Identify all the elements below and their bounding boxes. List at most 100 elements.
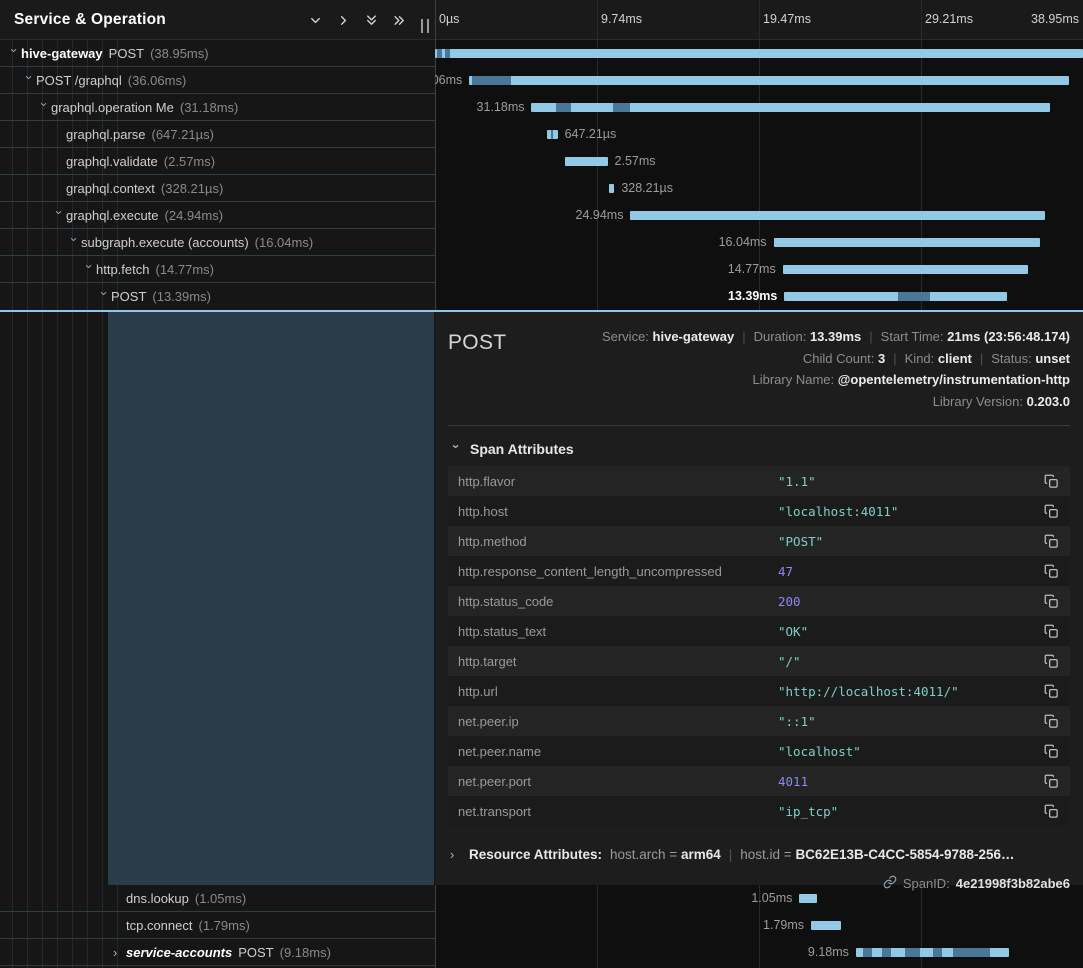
chevron-down-icon[interactable]: › <box>23 75 36 88</box>
span-row[interactable]: ›hive-gatewayPOST(38.95ms)38.95ms <box>0 40 1083 67</box>
span-row[interactable]: dns.lookup(1.05ms) 1.05ms <box>0 885 1083 912</box>
span-tree-cell: dns.lookup(1.05ms) <box>0 885 435 912</box>
span-name: graphql.operation Me <box>51 100 174 115</box>
attribute-key: http.url <box>458 684 778 699</box>
span-bar-segment <box>863 948 871 957</box>
span-row[interactable]: ›POST (13.39ms) 13.39ms <box>0 283 1083 310</box>
span-bar-segment <box>953 948 990 957</box>
span-row[interactable]: ›service-accountsPOST(9.18ms)9.18ms <box>0 939 1083 966</box>
meta-separator: | <box>972 351 991 366</box>
chevron-down-icon[interactable]: › <box>98 291 111 304</box>
attribute-value: "http://localhost:4011/" <box>778 684 959 699</box>
span-row[interactable]: ›http.fetch(14.77ms)14.77ms <box>0 256 1083 283</box>
span-tree-cell: ›hive-gatewayPOST(38.95ms) <box>0 40 435 67</box>
span-duration: (2.57ms) <box>164 154 215 169</box>
resource-attributes-row[interactable]: › Resource Attributes: host.arch = arm64… <box>450 847 1070 862</box>
span-row[interactable]: graphql.context(328.21µs)328.21µs <box>0 175 1083 202</box>
span-duration: (16.04ms) <box>255 235 314 250</box>
attribute-key: net.peer.ip <box>458 714 778 729</box>
span-row[interactable]: ›POST /graphql(36.06ms)36.06ms <box>0 67 1083 94</box>
meta-label: Service: <box>602 329 653 344</box>
span-bar[interactable] <box>565 157 608 166</box>
span-bar-duration-label: 13.39ms <box>728 289 777 304</box>
panel-resize-handle[interactable] <box>421 19 429 33</box>
span-name: http.fetch <box>96 262 149 277</box>
copy-button[interactable] <box>1041 772 1062 791</box>
attribute-key: http.flavor <box>458 474 778 489</box>
span-row[interactable]: tcp.connect(1.79ms)1.79ms <box>0 912 1083 939</box>
span-row[interactable]: ›subgraph.execute (accounts)(16.04ms)16.… <box>0 229 1083 256</box>
span-row[interactable]: graphql.parse(647.21µs)647.21µs <box>0 121 1083 148</box>
chevron-down-icon[interactable]: › <box>83 264 96 277</box>
chevron-down-icon[interactable] <box>308 13 323 28</box>
span-name: POST <box>111 289 146 304</box>
meta-separator: | <box>734 329 753 344</box>
span-tree-cell: graphql.parse(647.21µs) <box>0 121 435 148</box>
span-bar-duration-label: 14.77ms <box>728 262 776 277</box>
span-bar[interactable] <box>609 184 614 193</box>
copy-button[interactable] <box>1041 622 1062 641</box>
chevron-down-icon[interactable]: › <box>38 102 51 115</box>
span-bar[interactable] <box>784 292 1007 301</box>
span-row[interactable]: graphql.validate(2.57ms)2.57ms <box>0 148 1083 175</box>
span-rows-top: ›hive-gatewayPOST(38.95ms)38.95ms›POST /… <box>0 40 1083 310</box>
chevron-down-icon[interactable]: › <box>53 210 66 223</box>
span-bar[interactable] <box>469 76 1069 85</box>
span-bar[interactable] <box>531 103 1050 112</box>
copy-button[interactable] <box>1041 592 1062 611</box>
chevron-right-icon[interactable] <box>336 13 351 28</box>
span-bar-duration-label: 1.05ms <box>751 891 792 906</box>
span-row[interactable]: ›graphql.execute(24.94ms) 24.94ms <box>0 202 1083 229</box>
span-duration: (31.18ms) <box>180 100 239 115</box>
span-bar-duration-label: 2.57ms <box>615 154 656 169</box>
span-name: POST <box>238 945 273 960</box>
meta-value: @opentelemetry/instrumentation-http <box>838 372 1070 387</box>
span-bar[interactable] <box>435 49 1083 58</box>
attribute-key: http.method <box>458 534 778 549</box>
resource-value: BC62E13B-C4CC-5854-9788-256… <box>795 847 1014 862</box>
span-timeline-cell: 328.21µs <box>435 175 1083 202</box>
copy-button[interactable] <box>1041 562 1062 581</box>
double-chevron-right-icon[interactable] <box>392 13 407 28</box>
copy-button[interactable] <box>1041 742 1062 761</box>
selected-span-block <box>108 312 434 885</box>
span-timeline-cell: 1.79ms <box>435 912 1083 939</box>
span-duration: (36.06ms) <box>128 73 187 88</box>
attribute-row: http.status_text"OK" <box>448 616 1070 646</box>
copy-button[interactable] <box>1041 652 1062 671</box>
chevron-down-icon[interactable]: › <box>8 48 21 61</box>
span-bar-segment <box>556 103 571 112</box>
resource-value: arm64 <box>681 847 721 862</box>
copy-button[interactable] <box>1041 472 1062 491</box>
span-timeline-cell: 647.21µs <box>435 121 1083 148</box>
copy-button[interactable] <box>1041 802 1062 821</box>
span-bar-segment <box>905 948 920 957</box>
meta-value: 0.203.0 <box>1027 394 1070 409</box>
meta-separator: | <box>861 329 880 344</box>
span-bar[interactable] <box>783 265 1029 274</box>
span-bar-segment <box>613 103 630 112</box>
attribute-row: net.peer.name"localhost" <box>448 736 1070 766</box>
span-bar-duration-label: 24.94ms <box>576 208 624 223</box>
span-bar[interactable] <box>774 238 1041 247</box>
span-attributes-table: http.flavor"1.1"http.host"localhost:4011… <box>448 466 1070 826</box>
span-bar[interactable] <box>799 894 816 903</box>
span-attributes-header[interactable]: › Span Attributes <box>450 441 1070 457</box>
chevron-down-icon[interactable]: › <box>68 237 81 250</box>
copy-button[interactable] <box>1041 712 1062 731</box>
copy-button[interactable] <box>1041 502 1062 521</box>
attribute-row: http.host"localhost:4011" <box>448 496 1070 526</box>
span-row[interactable]: ›graphql.operation Me(31.18ms)31.18ms <box>0 94 1083 121</box>
span-duration: (13.39ms) <box>152 289 211 304</box>
copy-button[interactable] <box>1041 682 1062 701</box>
span-timeline-cell: 16.04ms <box>435 229 1083 256</box>
copy-button[interactable] <box>1041 532 1062 551</box>
span-tree-cell: ›graphql.operation Me (31.18ms) <box>0 94 435 121</box>
span-bar[interactable] <box>630 211 1045 220</box>
double-chevron-down-icon[interactable] <box>364 13 379 28</box>
header-bar: Service & Operation 0µs9.74ms19.47ms29.2… <box>0 0 1083 40</box>
chevron-right-icon[interactable]: › <box>113 946 126 959</box>
span-bar[interactable] <box>811 921 841 930</box>
span-attributes-label: Span Attributes <box>470 441 574 457</box>
span-tree-cell: ›graphql.execute(24.94ms) <box>0 202 435 229</box>
